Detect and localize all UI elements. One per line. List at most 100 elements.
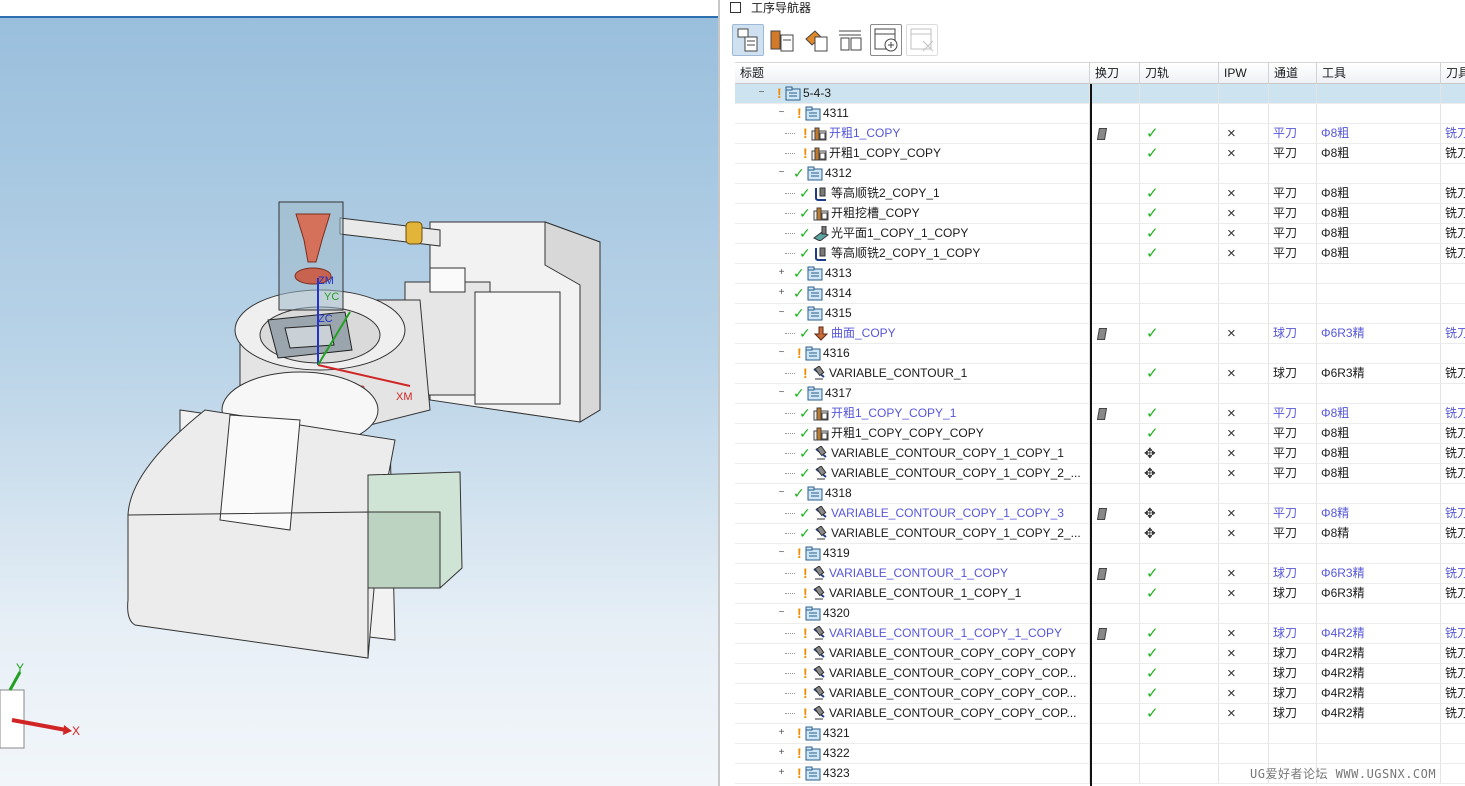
col-title[interactable]: 标题 — [735, 63, 1090, 84]
operation-row[interactable]: ! VARIABLE_CONTOUR_COPY_COPY_COP... ✓ × 球刀 Φ4… — [735, 684, 1465, 704]
expand-icon[interactable]: + — [777, 288, 786, 298]
operation-row[interactable]: ✓ VARIABLE_CONTOUR_COPY_1_COPY_2_... ✥ × 平刀 Φ… — [735, 464, 1465, 484]
cell-channel: 平刀 — [1269, 184, 1317, 203]
expand-icon[interactable]: + — [777, 768, 786, 778]
tool-text: Φ8粗 — [1321, 446, 1350, 460]
program-group-row[interactable]: − ✓ 4318 — [735, 484, 1465, 504]
tool-type-text: 铣刀 — [1445, 406, 1465, 420]
tool-text: Φ6R3精 — [1321, 366, 1365, 380]
program-group-row[interactable]: −! 4320 — [735, 604, 1465, 624]
machine-model[interactable]: ZM XC XM YC ZC X Y — [0, 0, 718, 786]
pin-checkbox-icon[interactable] — [730, 2, 741, 13]
operation-row[interactable]: ! VARIABLE_CONTOUR_COPY_COPY_COP... ✓ × 球刀 Φ4… — [735, 664, 1465, 684]
collapse-icon[interactable]: − — [777, 308, 786, 318]
ipw-none-icon: × — [1227, 705, 1236, 722]
program-group-row[interactable]: + ✓ 4314 — [735, 284, 1465, 304]
collapse-icon[interactable]: − — [777, 488, 786, 498]
navigator-title-text: 工序导航器 — [751, 1, 812, 15]
operation-row[interactable]: ✓ 曲面_COPY ✓ × 球刀 Φ6R3精 铣刀 — [735, 324, 1465, 344]
cell-tool-type — [1441, 544, 1465, 563]
cell-path: ✓ — [1140, 184, 1219, 203]
operation-row[interactable]: ✓ 开粗挖槽_COPY ✓ × 平刀 Φ8粗 铣刀 — [735, 204, 1465, 224]
program-group-row[interactable]: +! 4322 — [735, 744, 1465, 764]
operation-name: 开粗1_COPY_COPY_1 — [831, 406, 957, 420]
program-order-view-icon[interactable] — [732, 24, 764, 56]
expand-icon[interactable]: + — [777, 728, 786, 738]
operation-row[interactable]: ✓ 开粗1_COPY_COPY_1 ✓ × 平刀 Φ8粗 铣刀 — [735, 404, 1465, 424]
operation-row[interactable]: ! VARIABLE_CONTOUR_1_COPY_1_COPY ✓ × 球刀 Φ4R2精… — [735, 624, 1465, 644]
operation-row[interactable]: ✓ VARIABLE_CONTOUR_COPY_1_COPY_3 ✥ × 平刀 Φ8精 铣刀 — [735, 504, 1465, 524]
cell-tool — [1317, 344, 1441, 363]
channel-text: 球刀 — [1273, 666, 1298, 680]
operation-row[interactable]: ! VARIABLE_CONTOUR_1 ✓ × 球刀 Φ6R3精 铣刀 — [735, 364, 1465, 384]
operation-row[interactable]: ✓ 开粗1_COPY_COPY_COPY ✓ × 平刀 Φ8粗 铣刀 — [735, 424, 1465, 444]
collapse-icon[interactable]: − — [777, 108, 786, 118]
graphics-window[interactable]: ZM XC XM YC ZC X Y — [0, 0, 718, 786]
cell-tool: Φ4R2精 — [1317, 644, 1441, 663]
watermark: UG爱好者论坛 WWW.UGSNX.COM — [1250, 767, 1437, 781]
add-column-icon[interactable] — [870, 24, 902, 56]
operation-name: VARIABLE_CONTOUR_COPY_COPY_COPY — [829, 646, 1076, 660]
collapse-icon[interactable]: − — [777, 168, 786, 178]
remove-column-icon[interactable] — [906, 24, 938, 56]
operation-name: 4323 — [823, 766, 850, 780]
col-channel[interactable]: 通道 — [1269, 63, 1317, 84]
path-generated-check-icon: ✓ — [1146, 585, 1159, 602]
expand-icon[interactable]: + — [777, 268, 786, 278]
path-move-icon: ✥ — [1144, 505, 1156, 521]
col-path[interactable]: 刀轨 — [1140, 63, 1219, 84]
collapse-icon[interactable]: − — [777, 388, 786, 398]
operation-row[interactable]: ! VARIABLE_CONTOUR_1_COPY ✓ × 球刀 Φ6R3精 铣刀 — [735, 564, 1465, 584]
operation-row[interactable]: ! 开粗1_COPY_COPY ✓ × 平刀 Φ8粗 铣刀 — [735, 144, 1465, 164]
program-operation-icon — [807, 486, 823, 501]
col-tool-type[interactable]: 刀具 — [1441, 63, 1465, 84]
method-view-icon[interactable] — [834, 24, 866, 56]
cell-tool-type — [1441, 384, 1465, 403]
program-group-row[interactable]: −! 4316 — [735, 344, 1465, 364]
expand-icon[interactable]: + — [777, 748, 786, 758]
operation-row[interactable]: ! VARIABLE_CONTOUR_COPY_COPY_COPY ✓ × 球刀 Φ4R2… — [735, 644, 1465, 664]
operation-row[interactable]: ! VARIABLE_CONTOUR_COPY_COPY_COP... ✓ × 球刀 Φ4… — [735, 704, 1465, 724]
cell-channel: 平刀 — [1269, 204, 1317, 223]
operation-name: 4319 — [823, 546, 850, 560]
program-group-row[interactable]: −! 5-4-3 — [735, 84, 1465, 104]
collapse-icon[interactable]: − — [777, 548, 786, 558]
cell-tool — [1317, 744, 1441, 763]
cell-tool: Φ8粗 — [1317, 124, 1441, 143]
tree-connector — [785, 133, 795, 134]
cell-ipw — [1219, 544, 1269, 563]
geometry-view-icon[interactable] — [800, 24, 832, 56]
collapse-icon[interactable]: − — [757, 88, 766, 98]
operation-row[interactable]: ✓ 等高顺铣2_COPY_1 ✓ × 平刀 Φ8粗 铣刀 — [735, 184, 1465, 204]
col-ipw[interactable]: IPW — [1219, 63, 1269, 84]
path-generated-check-icon: ✓ — [1146, 225, 1159, 242]
tool-change-icon — [1096, 568, 1108, 580]
program-group-row[interactable]: −! 4311 — [735, 104, 1465, 124]
cell-ipw — [1219, 84, 1269, 103]
face-operation-icon — [813, 225, 829, 242]
cell-title: + ✓ 4313 — [735, 264, 1090, 283]
program-group-row[interactable]: − ✓ 4315 — [735, 304, 1465, 324]
cell-tool-change — [1090, 264, 1140, 283]
operation-row[interactable]: ✓ VARIABLE_CONTOUR_COPY_1_COPY_1 ✥ × 平刀 Φ8粗 铣刀 — [735, 444, 1465, 464]
tool-type-text: 铣刀 — [1445, 466, 1465, 480]
operation-row[interactable]: ! 开粗1_COPY ✓ × 平刀 Φ8粗 铣刀 — [735, 124, 1465, 144]
col-tool[interactable]: 工具 — [1317, 63, 1441, 84]
path-generated-check-icon: ✓ — [1146, 365, 1159, 382]
program-group-row[interactable]: − ✓ 4317 — [735, 384, 1465, 404]
program-group-row[interactable]: + ✓ 4313 — [735, 264, 1465, 284]
program-group-row[interactable]: − ✓ 4312 — [735, 164, 1465, 184]
operation-row[interactable]: ! VARIABLE_CONTOUR_1_COPY_1 ✓ × 球刀 Φ6R3精 铣刀 — [735, 584, 1465, 604]
collapse-icon[interactable]: − — [777, 608, 786, 618]
collapse-icon[interactable]: − — [777, 348, 786, 358]
col-tool-change[interactable]: 换刀 — [1090, 63, 1140, 84]
program-group-row[interactable]: +! 4321 — [735, 724, 1465, 744]
program-group-row[interactable]: −! 4319 — [735, 544, 1465, 564]
cell-tool: Φ6R3精 — [1317, 324, 1441, 343]
operation-row[interactable]: ✓ 等高顺铣2_COPY_1_COPY ✓ × 平刀 Φ8粗 铣刀 — [735, 244, 1465, 264]
machine-tool-view-icon[interactable] — [766, 24, 798, 56]
operation-row[interactable]: ✓ 光平面1_COPY_1_COPY ✓ × 平刀 Φ8粗 铣刀 — [735, 224, 1465, 244]
operation-row[interactable]: ✓ VARIABLE_CONTOUR_COPY_1_COPY_2_... ✥ × 平刀 Φ… — [735, 524, 1465, 544]
zm-label: ZM — [318, 275, 334, 287]
program-operation-icon — [805, 346, 821, 361]
